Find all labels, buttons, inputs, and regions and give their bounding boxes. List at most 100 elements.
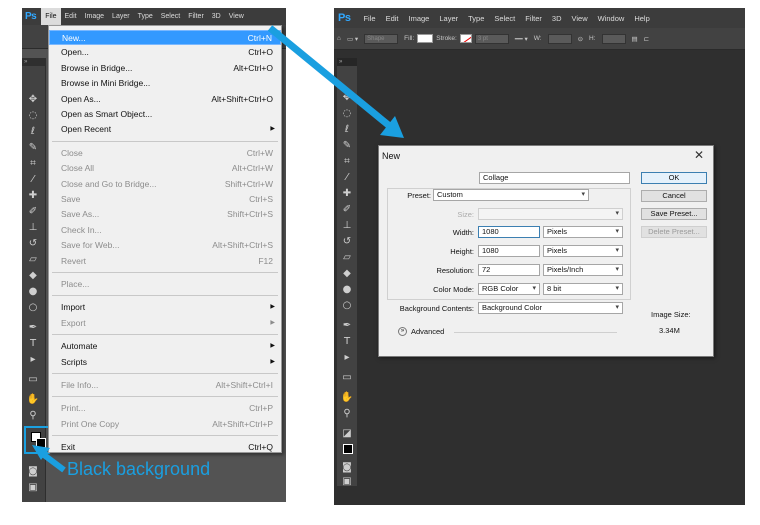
marquee-tool-icon[interactable]: ◌	[340, 108, 354, 120]
menu-image[interactable]: Image	[81, 13, 108, 20]
dodge-tool-icon[interactable]: ○	[26, 302, 40, 314]
toolbar-collapse-icon[interactable]: »	[337, 58, 357, 66]
size-select[interactable]: ▾	[478, 208, 623, 220]
menu-3d[interactable]: 3D	[208, 13, 225, 20]
file-menu-item[interactable]: Revert F12	[49, 254, 281, 269]
stroke-style-select[interactable]: ━━ ▾	[515, 35, 528, 43]
file-menu-item[interactable]: Automate ▶	[49, 339, 281, 354]
screen-mode-icon[interactable]: ▣	[340, 476, 354, 488]
file-menu-item[interactable]: Open... Ctrl+O	[49, 45, 281, 60]
quick-select-tool-icon[interactable]: ✎	[340, 140, 354, 152]
pen-tool-icon[interactable]: ✒	[340, 320, 354, 332]
screen-mode-icon[interactable]: ▣	[26, 482, 40, 494]
file-menu-item[interactable]: Import ▶	[49, 300, 281, 315]
menu-image[interactable]: Image	[404, 14, 435, 23]
menu-filter[interactable]: Filter	[520, 14, 547, 23]
close-icon[interactable]: ✕	[694, 148, 704, 162]
paint-bucket-icon[interactable]: ◆	[340, 268, 354, 280]
file-menu-item[interactable]: Exit Ctrl+Q	[49, 440, 281, 455]
cancel-button[interactable]: Cancel	[641, 190, 707, 202]
shape-mode-select[interactable]: Shape	[364, 33, 399, 44]
file-menu-item[interactable]: Print... Ctrl+P	[49, 401, 281, 416]
eyedropper-tool-icon[interactable]: ⁄	[26, 174, 40, 186]
path-ops-icon[interactable]: ▤	[632, 35, 638, 43]
stamp-tool-icon[interactable]: ⊥	[26, 222, 40, 234]
history-brush-icon[interactable]: ↺	[340, 236, 354, 248]
menu-3d[interactable]: 3D	[547, 14, 567, 23]
stroke-color-swatch[interactable]	[459, 34, 472, 43]
menu-select[interactable]: Select	[489, 14, 520, 23]
advanced-expand-icon[interactable]: »	[398, 327, 407, 336]
menu-view[interactable]: View	[225, 13, 248, 20]
preset-select[interactable]: Custom ▾	[433, 189, 589, 201]
file-menu-item[interactable]: Open as Smart Object...	[49, 107, 281, 122]
lasso-tool-icon[interactable]: ℓ	[26, 126, 40, 138]
width-input[interactable]: 1080	[478, 226, 540, 238]
color-mode-select[interactable]: RGB Color ▾	[478, 283, 540, 295]
path-align-icon[interactable]: ⊏	[644, 35, 649, 43]
menu-view[interactable]: View	[567, 14, 593, 23]
height-field[interactable]	[601, 33, 626, 44]
history-brush-icon[interactable]: ↺	[26, 238, 40, 250]
ok-button[interactable]: OK	[641, 172, 707, 184]
default-colors-icon[interactable]: ◪	[340, 428, 354, 440]
file-menu-item[interactable]: Place...	[49, 277, 281, 292]
menu-filter[interactable]: Filter	[184, 13, 208, 20]
zoom-tool-icon[interactable]: ⚲	[340, 408, 354, 420]
menu-window[interactable]: Window	[593, 14, 630, 23]
file-menu-item[interactable]: File Info... Alt+Shift+Ctrl+I	[49, 378, 281, 393]
healing-tool-icon[interactable]: ✚	[26, 190, 40, 202]
path-select-icon[interactable]: ▸	[26, 354, 40, 366]
brush-tool-icon[interactable]: ✐	[26, 206, 40, 218]
type-tool-icon[interactable]: T	[340, 336, 354, 348]
name-input[interactable]: Collage	[479, 172, 630, 184]
marquee-tool-icon[interactable]: ◌	[26, 110, 40, 122]
shape-tool-preset-icon[interactable]: ▭ ▾	[347, 35, 358, 43]
file-menu-item[interactable]: Save for Web... Alt+Shift+Ctrl+S	[49, 238, 281, 253]
file-menu-item[interactable]: Open Recent ▶	[49, 122, 281, 137]
toolbar-collapse-icon[interactable]: »	[22, 58, 46, 66]
bit-depth-select[interactable]: 8 bit ▾	[543, 283, 623, 295]
file-menu-item[interactable]: Browse in Bridge... Alt+Ctrl+O	[49, 61, 281, 76]
height-input[interactable]: 1080	[478, 245, 540, 257]
type-tool-icon[interactable]: T	[26, 338, 40, 350]
quick-mask-icon[interactable]: ◙	[340, 462, 354, 474]
brush-tool-icon[interactable]: ✐	[340, 204, 354, 216]
stroke-width-field[interactable]: 3 pt	[474, 33, 509, 44]
zoom-tool-icon[interactable]: ⚲	[26, 410, 40, 422]
menu-file[interactable]: File	[358, 14, 380, 23]
background-color-swatch[interactable]	[343, 444, 353, 454]
menu-type[interactable]: Type	[134, 13, 157, 20]
eraser-tool-icon[interactable]: ▱	[26, 254, 40, 266]
quick-select-tool-icon[interactable]: ✎	[26, 142, 40, 154]
menu-select[interactable]: Select	[157, 13, 184, 20]
background-contents-select[interactable]: Background Color ▾	[478, 302, 623, 314]
menu-help[interactable]: Help	[629, 14, 654, 23]
file-menu-item[interactable]: Save Ctrl+S	[49, 192, 281, 207]
eraser-tool-icon[interactable]: ▱	[340, 252, 354, 264]
rectangle-tool-icon[interactable]: ▭	[340, 372, 354, 384]
width-unit-select[interactable]: Pixels ▾	[543, 226, 623, 238]
menu-layer[interactable]: Layer	[434, 14, 463, 23]
hand-tool-icon[interactable]: ✋	[340, 392, 354, 404]
file-menu-item[interactable]: New... Ctrl+N	[49, 30, 281, 45]
dodge-tool-icon[interactable]: ○	[340, 300, 354, 312]
eyedropper-tool-icon[interactable]: ⁄	[340, 172, 354, 184]
lasso-tool-icon[interactable]: ℓ	[340, 124, 354, 136]
menu-edit[interactable]: Edit	[381, 14, 404, 23]
healing-tool-icon[interactable]: ✚	[340, 188, 354, 200]
menu-file[interactable]: File	[41, 8, 61, 25]
background-color-swatch[interactable]	[36, 438, 46, 448]
menu-edit[interactable]: Edit	[61, 13, 81, 20]
advanced-label[interactable]: Advanced	[411, 327, 444, 336]
width-field[interactable]	[547, 33, 572, 44]
path-select-icon[interactable]: ▸	[340, 352, 354, 364]
menu-layer[interactable]: Layer	[108, 13, 134, 20]
file-menu-item[interactable]: Scripts ▶	[49, 355, 281, 370]
file-menu-item[interactable]: Close Ctrl+W	[49, 146, 281, 161]
file-menu-item[interactable]: Close All Alt+Ctrl+W	[49, 161, 281, 176]
quick-mask-icon[interactable]: ◙	[26, 466, 40, 478]
rectangle-tool-icon[interactable]: ▭	[26, 374, 40, 386]
move-tool-icon[interactable]: ✥	[26, 94, 40, 106]
resolution-unit-select[interactable]: Pixels/Inch ▾	[543, 264, 623, 276]
